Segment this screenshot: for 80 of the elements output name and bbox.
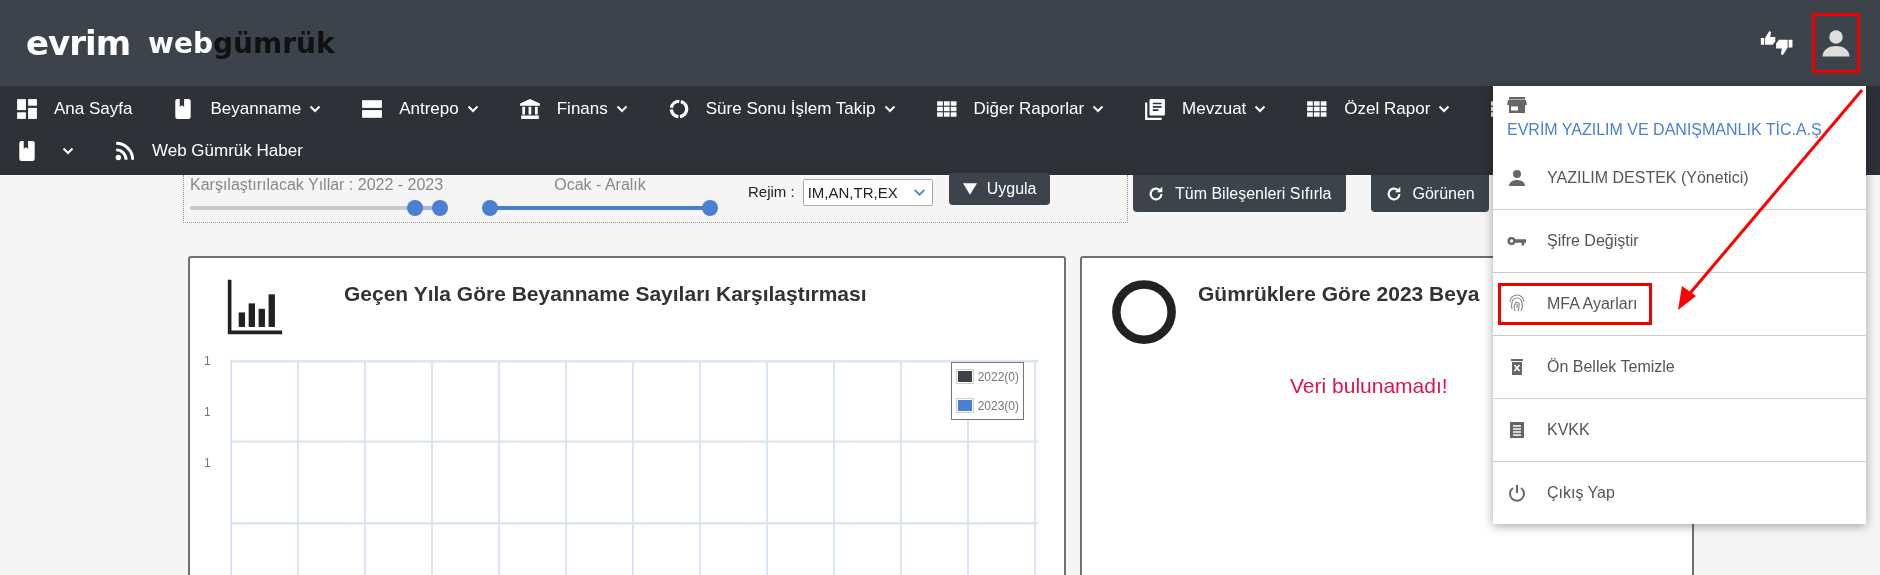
- card-title: Geçen Yıla Göre Beyanname Sayıları Karşılaştırması: [344, 282, 867, 306]
- person-icon: [1507, 167, 1527, 188]
- receipt-icon: [1507, 420, 1527, 440]
- field-label: Rejim :: [748, 183, 795, 200]
- reset-button[interactable]: Tüm Bileşenleri Sıfırla: [1133, 175, 1346, 212]
- ring-icon: [1110, 278, 1178, 346]
- menu-item-label: MFA Ayarları: [1498, 283, 1653, 325]
- nav-menu-item[interactable]: Web Gümrük Haber: [114, 140, 303, 162]
- fingerprint-icon: [1507, 294, 1527, 314]
- caret-icon: [1092, 105, 1105, 113]
- caret-icon: [1438, 105, 1451, 113]
- card-title: Gümrüklere Göre 2023 Beya: [1198, 282, 1480, 306]
- nav-label: Süre Sonu İşlem Takip: [705, 99, 876, 119]
- nav-menu-item[interactable]: Antrepo: [361, 98, 479, 120]
- user-menu-item[interactable]: MFA Ayarları: [1493, 272, 1866, 335]
- caret-icon: [62, 147, 74, 155]
- user-menu-item[interactable]: KVKK: [1493, 398, 1866, 461]
- dashboard-icon: [16, 98, 38, 120]
- caret-icon: [1254, 105, 1267, 113]
- nav-menu-item[interactable]: Süre Sonu İşlem Takip: [667, 98, 896, 120]
- range-slider[interactable]: [482, 200, 718, 216]
- book-icon: [16, 140, 38, 162]
- axis-label: 1: [204, 407, 212, 421]
- store-icon: [1507, 96, 1527, 114]
- nav-menu-item[interactable]: Mevzuat: [1144, 98, 1267, 120]
- company-name: EVRİM YAZILIM VE DANIŞMANLIK TİC.A.Ş.: [1507, 120, 1828, 140]
- caret-icon: [912, 188, 926, 197]
- nav-menu-item[interactable]: Finans: [518, 98, 628, 120]
- menu-item-label: YAZILIM DESTEK (Yönetici): [1498, 156, 1764, 199]
- nav-label: Mevzuat: [1182, 99, 1247, 119]
- nav-menu-item[interactable]: Özel Rapor: [1306, 98, 1451, 120]
- product-name: web: [148, 26, 213, 60]
- bar-chart-icon: [226, 278, 284, 336]
- thumbs-up-down-icon[interactable]: [1760, 29, 1794, 57]
- legend-label: 2022(0): [977, 369, 1019, 384]
- caret-icon: [466, 105, 479, 113]
- user-account-button[interactable]: [1812, 13, 1860, 73]
- nav-menu-item[interactable]: [16, 140, 74, 162]
- nav-menu-item[interactable]: Diğer Raporlar: [935, 98, 1105, 120]
- product-name: gümrük: [213, 26, 335, 60]
- grid-icon: [1306, 98, 1329, 120]
- axis-label: 1: [204, 356, 212, 370]
- nav-label: Diğer Raporlar: [973, 99, 1085, 119]
- caret-icon: [309, 105, 322, 113]
- apply-button[interactable]: Uygula: [948, 173, 1051, 205]
- nav-menu-item[interactable]: Ana Sayfa: [16, 98, 133, 120]
- reset-button[interactable]: Görünen: [1370, 175, 1489, 212]
- caret-icon: [883, 105, 896, 113]
- user-menu-item[interactable]: Ön Bellek Temizle: [1493, 335, 1866, 398]
- nav-label: Web Gümrük Haber: [152, 141, 303, 161]
- menu-item-label: Şifre Değiştir: [1498, 220, 1654, 262]
- refresh-icon: [1147, 184, 1165, 203]
- logo: evrim: [26, 23, 131, 63]
- power-icon: [1507, 483, 1527, 503]
- ring-icon: [667, 98, 690, 120]
- nav-label: Antrepo: [399, 99, 459, 119]
- nav-label: Finans: [556, 99, 608, 119]
- nav-label: Ana Sayfa: [54, 99, 133, 119]
- regime-select[interactable]: IM,AN,TR,EX: [802, 179, 933, 206]
- empty-message: Veri bulunamadı!: [1289, 374, 1449, 398]
- slider-label: Ocak - Aralık: [554, 175, 646, 195]
- nav-label: Özel Rapor: [1344, 99, 1431, 119]
- user-menu-item[interactable]: Çıkış Yap: [1493, 461, 1866, 524]
- user-menu-item[interactable]: YAZILIM DESTEK (Yönetici): [1493, 146, 1866, 209]
- user-menu-item[interactable]: Şifre Değiştir: [1493, 209, 1866, 272]
- rss-icon: [114, 140, 136, 162]
- bank-icon: [518, 98, 541, 120]
- document-icon: [1144, 98, 1167, 120]
- menu-item-label: KVKK: [1498, 409, 1605, 451]
- menu-item-label: Ön Bellek Temizle: [1498, 346, 1690, 388]
- person-icon: [1821, 28, 1851, 58]
- axis-label: 1: [204, 458, 212, 472]
- nav-label: Beyanname: [210, 99, 302, 119]
- triangle-icon: [962, 183, 977, 195]
- legend-label: 2023(0): [977, 398, 1019, 413]
- nav-menu-item[interactable]: Beyanname: [172, 98, 322, 120]
- menu-item-label: Çıkış Yap: [1498, 472, 1630, 514]
- storage-icon: [361, 98, 384, 120]
- caret-icon: [615, 105, 628, 113]
- grid-icon: [935, 98, 958, 120]
